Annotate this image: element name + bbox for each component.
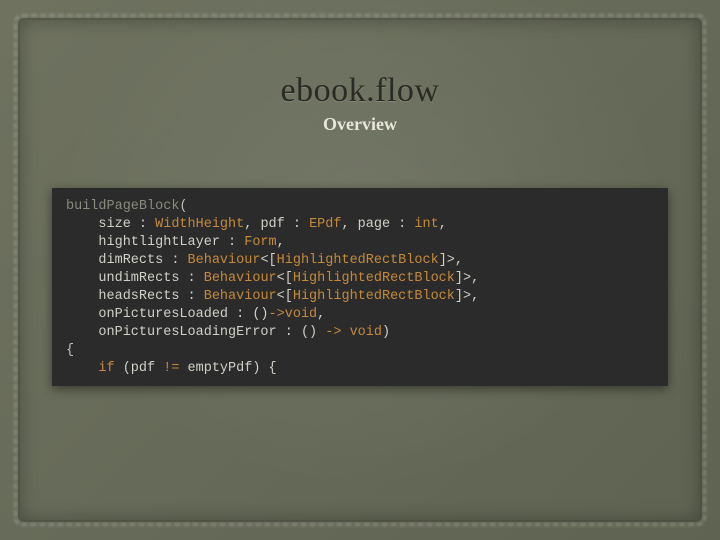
code-param-1: hightlightLayer : Form, — [98, 235, 284, 250]
code-param-0: size : WidthHeight, pdf : EPdf, page : i… — [98, 217, 446, 232]
code-param-6: onPicturesLoadingError : () -> void) — [98, 325, 390, 340]
code-content: buildPageBlock( size : WidthHeight, pdf … — [66, 198, 654, 378]
slide-subtitle: Overview — [0, 114, 720, 135]
code-snippet: buildPageBlock( size : WidthHeight, pdf … — [52, 188, 668, 386]
code-body-open: { — [66, 343, 74, 358]
code-param-2: dimRects : Behaviour<[HighlightedRectBlo… — [98, 253, 463, 268]
slide-title: ebook.flow — [0, 72, 720, 110]
code-param-3: undimRects : Behaviour<[HighlightedRectB… — [98, 271, 479, 286]
code-param-4: headsRects : Behaviour<[HighlightedRectB… — [98, 289, 479, 304]
code-param-5: onPicturesLoaded : ()->void, — [98, 307, 325, 322]
code-fn-name: buildPageBlock — [66, 199, 179, 214]
code-body-line: if (pdf != emptyPdf) { — [98, 361, 276, 376]
